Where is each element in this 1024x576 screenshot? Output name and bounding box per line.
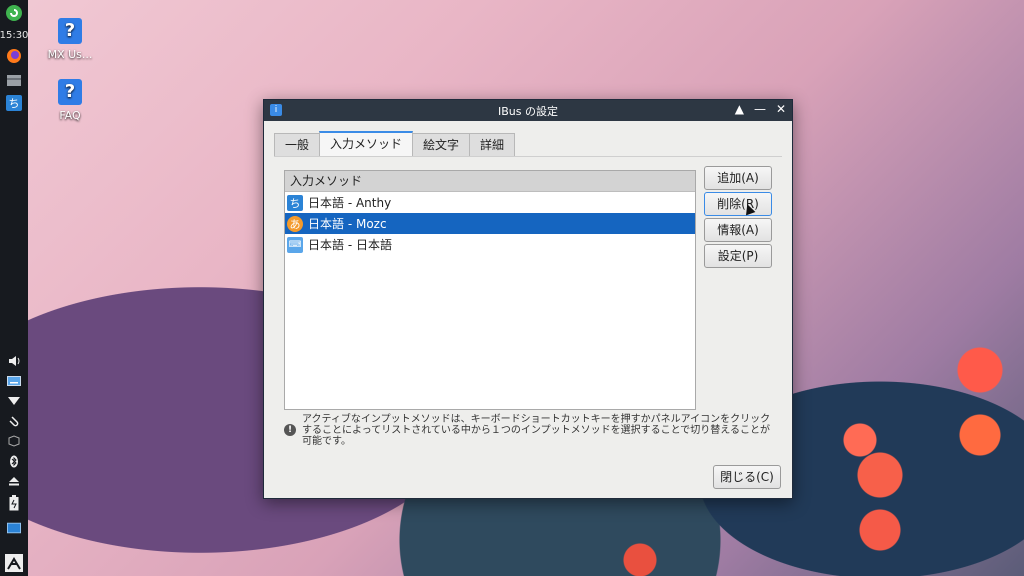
desktop-icon-label: FAQ [59, 109, 81, 122]
close-button[interactable]: 閉じる(C) [713, 465, 781, 489]
window-controls: ▲ — ✕ [735, 102, 786, 116]
close-icon[interactable]: ✕ [776, 102, 786, 116]
desktop-icon-mx-user-manual[interactable]: ? MX Us... [40, 18, 100, 61]
network-icon[interactable] [7, 394, 21, 408]
ibus-chi-icon[interactable]: ち [6, 95, 22, 111]
list-header[interactable]: 入力メソッド [285, 171, 695, 192]
package-icon[interactable] [7, 434, 21, 448]
preferences-button[interactable]: 設定(P) [704, 244, 772, 268]
desktop-icon-label: MX Us... [47, 48, 93, 61]
workspace-icon[interactable] [7, 521, 21, 535]
list-item-japanese-keyboard[interactable]: ⌨ 日本語 - 日本語 [285, 234, 695, 255]
input-method-list[interactable]: 入力メソッド ち 日本語 - Anthy あ 日本語 - Mozc ⌨ 日本語 … [284, 170, 696, 410]
battery-icon[interactable] [7, 494, 21, 512]
info-text: アクティブなインプットメソッドは、キーボードショートカットキーを押すかパネルアイ… [302, 414, 771, 447]
help-icon: ? [58, 79, 82, 105]
tab-emoji[interactable]: 絵文字 [412, 133, 471, 156]
clipboard-icon[interactable] [7, 414, 21, 428]
firefox-icon[interactable] [5, 47, 23, 65]
taskbar: 15:30 ち [0, 0, 28, 576]
system-menu-icon[interactable] [5, 554, 23, 572]
anthy-icon: ち [287, 194, 303, 211]
list-item-label: 日本語 - Anthy [308, 196, 392, 210]
info-icon: ! [284, 424, 296, 436]
tab-general[interactable]: 一般 [274, 133, 321, 156]
keyboard-icon: ⌨ [287, 236, 303, 253]
tab-advanced[interactable]: 詳細 [469, 133, 516, 156]
bluetooth-icon[interactable] [7, 454, 21, 468]
maximize-icon[interactable]: ▲ [735, 102, 744, 116]
mozc-icon: あ [287, 215, 303, 232]
list-item-label: 日本語 - 日本語 [308, 238, 392, 252]
window-titlebar[interactable]: i IBus の設定 ▲ — ✕ [264, 100, 792, 121]
help-icon: ? [58, 18, 82, 44]
volume-icon[interactable] [7, 354, 21, 368]
mx-logo-icon[interactable] [5, 4, 23, 22]
list-item-mozc[interactable]: あ 日本語 - Mozc [285, 213, 695, 234]
tab-divider [274, 156, 782, 157]
tab-input-method[interactable]: 入力メソッド [319, 131, 414, 156]
about-button[interactable]: 情報(A) [704, 218, 772, 242]
window-title: IBus の設定 [498, 104, 558, 118]
ibus-settings-dialog: i IBus の設定 ▲ — ✕ 一般 入力メソッド 絵文字 詳細 入力メソッド… [263, 99, 793, 499]
info-note: ! アクティブなインプットメソッドは、キーボードショートカットキーを押すかパネル… [284, 414, 774, 447]
tab-bar: 一般 入力メソッド 絵文字 詳細 [274, 131, 516, 156]
desktop-icon-faq[interactable]: ? FAQ [40, 79, 100, 122]
minimize-icon[interactable]: — [754, 102, 766, 116]
system-tray [0, 351, 28, 576]
info-app-icon: i [270, 104, 282, 116]
keyboard-icon[interactable] [7, 374, 21, 388]
list-item-anthy[interactable]: ち 日本語 - Anthy [285, 192, 695, 213]
eject-icon[interactable] [7, 474, 21, 488]
file-manager-icon[interactable] [5, 71, 23, 89]
clock[interactable]: 15:30 [0, 30, 28, 41]
remove-button[interactable]: 削除(R) [704, 192, 772, 216]
list-item-label: 日本語 - Mozc [308, 217, 387, 231]
add-button[interactable]: 追加(A) [704, 166, 772, 190]
